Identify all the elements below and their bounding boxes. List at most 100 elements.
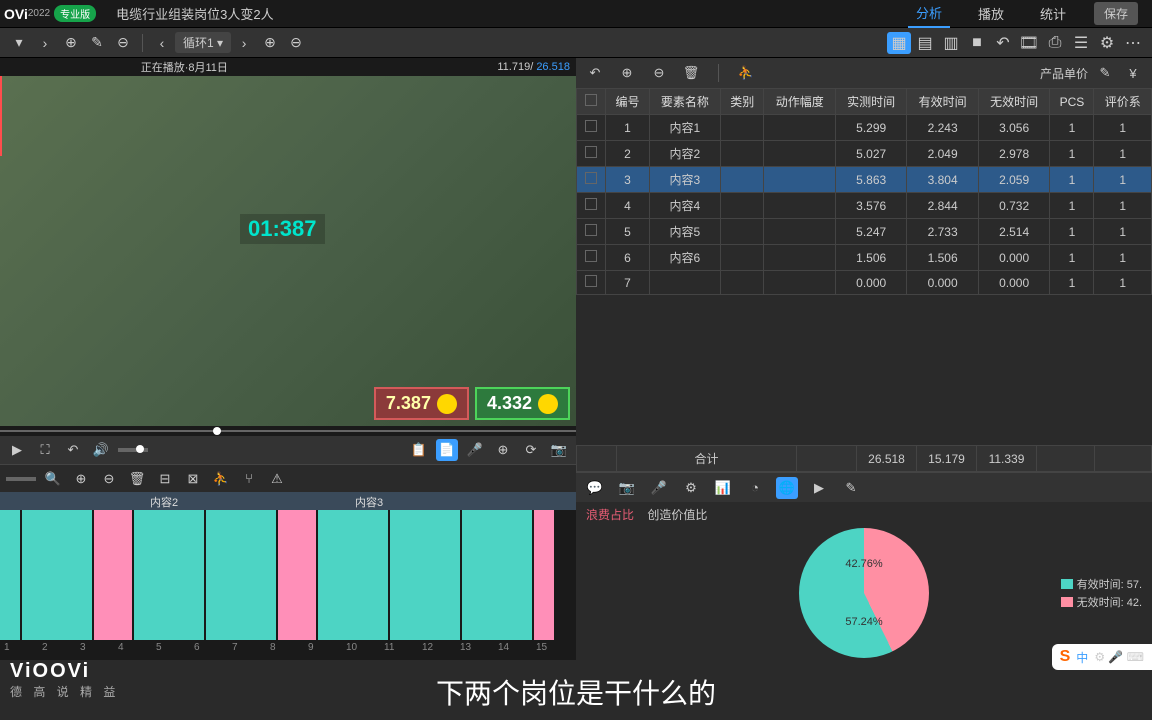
tab-analysis[interactable]: 分析 — [908, 0, 950, 28]
row-checkbox[interactable] — [585, 146, 597, 158]
row-checkbox[interactable] — [585, 224, 597, 236]
add-icon[interactable]: ⊕ — [70, 468, 92, 490]
trash-icon[interactable]: 🗑 — [126, 468, 148, 490]
timeline[interactable]: 内容2 内容3 123456789101112131415 — [0, 492, 576, 660]
play-icon[interactable]: ▶ — [6, 439, 28, 461]
volume-icon[interactable]: 🔊 — [90, 439, 112, 461]
person-icon[interactable]: ⛹ — [210, 468, 232, 490]
tab-playback[interactable]: 播放 — [970, 0, 1012, 27]
logo-year: 2022 — [28, 8, 50, 19]
grid-view-icon[interactable]: ▦ — [887, 32, 911, 54]
bar-chart-icon[interactable]: 📊 — [712, 477, 734, 499]
menu-icon[interactable]: ☰ — [1069, 32, 1093, 54]
tab-statistics[interactable]: 统计 — [1032, 0, 1074, 27]
close-icon[interactable]: ⊠ — [182, 468, 204, 490]
edit-icon[interactable]: ✎ — [86, 32, 108, 54]
undo-icon[interactable]: ↶ — [991, 32, 1015, 54]
dropdown-icon[interactable]: ▾ — [8, 32, 30, 54]
table-row[interactable]: 3内容35.8633.8042.05911 — [577, 167, 1152, 193]
table-row[interactable]: 1内容15.2992.2433.05611 — [577, 115, 1152, 141]
video-viewport[interactable]: 01:387 7.387 4.332 — [0, 76, 576, 426]
mic-icon[interactable]: 🎤 — [464, 439, 486, 461]
warn-icon[interactable]: ⚠ — [266, 468, 288, 490]
select-all-checkbox[interactable] — [585, 94, 597, 106]
col-header: PCS — [1050, 89, 1094, 115]
play-status: 正在播放·8月11日 — [141, 59, 228, 75]
zoom-in-icon[interactable]: ⊕ — [492, 439, 514, 461]
row-checkbox[interactable] — [585, 120, 597, 132]
edit2-icon[interactable]: ✎ — [1094, 62, 1116, 84]
split-view-icon[interactable]: ▤ — [913, 32, 937, 54]
next2-icon[interactable]: › — [233, 32, 255, 54]
next-icon[interactable]: › — [34, 32, 56, 54]
pie-icon[interactable]: ◔ — [744, 477, 766, 499]
plus2-icon[interactable]: ⊕ — [259, 32, 281, 54]
pencil-icon[interactable]: ✎ — [840, 477, 862, 499]
branch-icon[interactable]: ⑂ — [238, 468, 260, 490]
project-title: 电缆行业组装岗位3人变2人 — [116, 4, 273, 23]
gear-icon[interactable]: ⚙ — [1095, 32, 1119, 54]
tab-value-ratio[interactable]: 创造价值比 — [647, 508, 707, 522]
refresh-icon[interactable]: ⟳ — [520, 439, 542, 461]
main-toolbar: ▾ › ⊕ ✎ ⊖ ‹ 循环1 ▾ › ⊕ ⊖ ▦ ▤ ▥ ■ ↶ 🎞 ⎙ ☰ … — [0, 28, 1152, 58]
export-icon[interactable]: ▶ — [808, 477, 830, 499]
ime-widget[interactable]: S 中 ⚙ 🎤 ⌨ — [1052, 644, 1152, 670]
comment-icon[interactable]: 💬 — [584, 477, 606, 499]
video-scrubber[interactable] — [0, 426, 576, 436]
app-header: OVi 2022 专业版 电缆行业组装岗位3人变2人 分析 播放 统计 保存 — [0, 0, 1152, 28]
film-icon[interactable]: 🎞 — [1017, 32, 1041, 54]
column-view-icon[interactable]: ▥ — [939, 32, 963, 54]
mic2-icon[interactable]: 🎤 — [648, 477, 670, 499]
row-checkbox[interactable] — [585, 198, 597, 210]
save-button[interactable]: 保存 — [1094, 2, 1138, 25]
plus-icon[interactable]: ⊕ — [60, 32, 82, 54]
table-row[interactable]: 70.0000.0000.00011 — [577, 271, 1152, 295]
undo2-icon[interactable]: ↶ — [584, 62, 606, 84]
clipboard-icon[interactable]: 📋 — [408, 439, 430, 461]
tab-waste-ratio[interactable]: 浪费占比 — [586, 508, 634, 522]
minus3-icon[interactable]: ⊖ — [648, 62, 670, 84]
table-row[interactable]: 2内容25.0272.0492.97811 — [577, 141, 1152, 167]
note-icon[interactable]: 📄 — [436, 439, 458, 461]
product-price-label: 产品单价 ✎ ¥ — [1040, 62, 1144, 84]
more-icon[interactable]: ⋯ — [1121, 32, 1145, 54]
sad-icon — [437, 394, 457, 414]
col-header: 类别 — [721, 89, 764, 115]
data-table: 编号要素名称类别动作幅度实测时间有效时间无效时间PCS评价系 1内容15.299… — [576, 88, 1152, 295]
stop-icon[interactable]: ■ — [965, 32, 989, 54]
plus3-icon[interactable]: ⊕ — [616, 62, 638, 84]
camera-icon[interactable]: 📷 — [548, 439, 570, 461]
remove-icon[interactable]: ⊖ — [98, 468, 120, 490]
table-row[interactable]: 4内容43.5762.8440.73211 — [577, 193, 1152, 219]
loop-selector[interactable]: 循环1 ▾ — [175, 32, 231, 53]
camera2-icon[interactable]: 📷 — [616, 477, 638, 499]
frame-icon[interactable]: ⛶ — [34, 439, 56, 461]
minus-icon[interactable]: ⊖ — [112, 32, 134, 54]
row-checkbox[interactable] — [585, 275, 597, 287]
valid-time-badge: 4.332 — [475, 387, 570, 420]
chart-legend: 有效时间: 57. 无效时间: 42. — [1061, 574, 1142, 612]
collapse-icon[interactable]: ⊟ — [154, 468, 176, 490]
col-header: 动作幅度 — [764, 89, 835, 115]
equalizer-icon[interactable]: ⚙ — [680, 477, 702, 499]
zoom-icon[interactable]: 🔍 — [42, 468, 64, 490]
edition-badge: 专业版 — [54, 5, 96, 22]
row-checkbox[interactable] — [585, 172, 597, 184]
trash2-icon[interactable]: 🗑 — [680, 62, 702, 84]
print-icon[interactable]: ⎙ — [1043, 32, 1067, 54]
happy-icon — [538, 394, 558, 414]
table-row[interactable]: 5内容55.2472.7332.51411 — [577, 219, 1152, 245]
prev-icon[interactable]: ‹ — [151, 32, 173, 54]
globe-icon[interactable]: 🌐 — [776, 477, 798, 499]
col-header: 实测时间 — [835, 89, 906, 115]
back-icon[interactable]: ↶ — [62, 439, 84, 461]
totals-row: 合计 26.518 15.179 11.339 — [577, 446, 1152, 472]
yen-icon[interactable]: ¥ — [1122, 62, 1144, 84]
row-checkbox[interactable] — [585, 250, 597, 262]
col-header: 有效时间 — [907, 89, 978, 115]
timeline-tools: 🔍 ⊕ ⊖ 🗑 ⊟ ⊠ ⛹ ⑂ ⚠ — [0, 464, 576, 492]
minus2-icon[interactable]: ⊖ — [285, 32, 307, 54]
table-row[interactable]: 6内容61.5061.5060.00011 — [577, 245, 1152, 271]
chart-tabs: 浪费占比 创造价值比 — [576, 502, 1152, 526]
person2-icon[interactable]: ⛹ — [735, 62, 757, 84]
